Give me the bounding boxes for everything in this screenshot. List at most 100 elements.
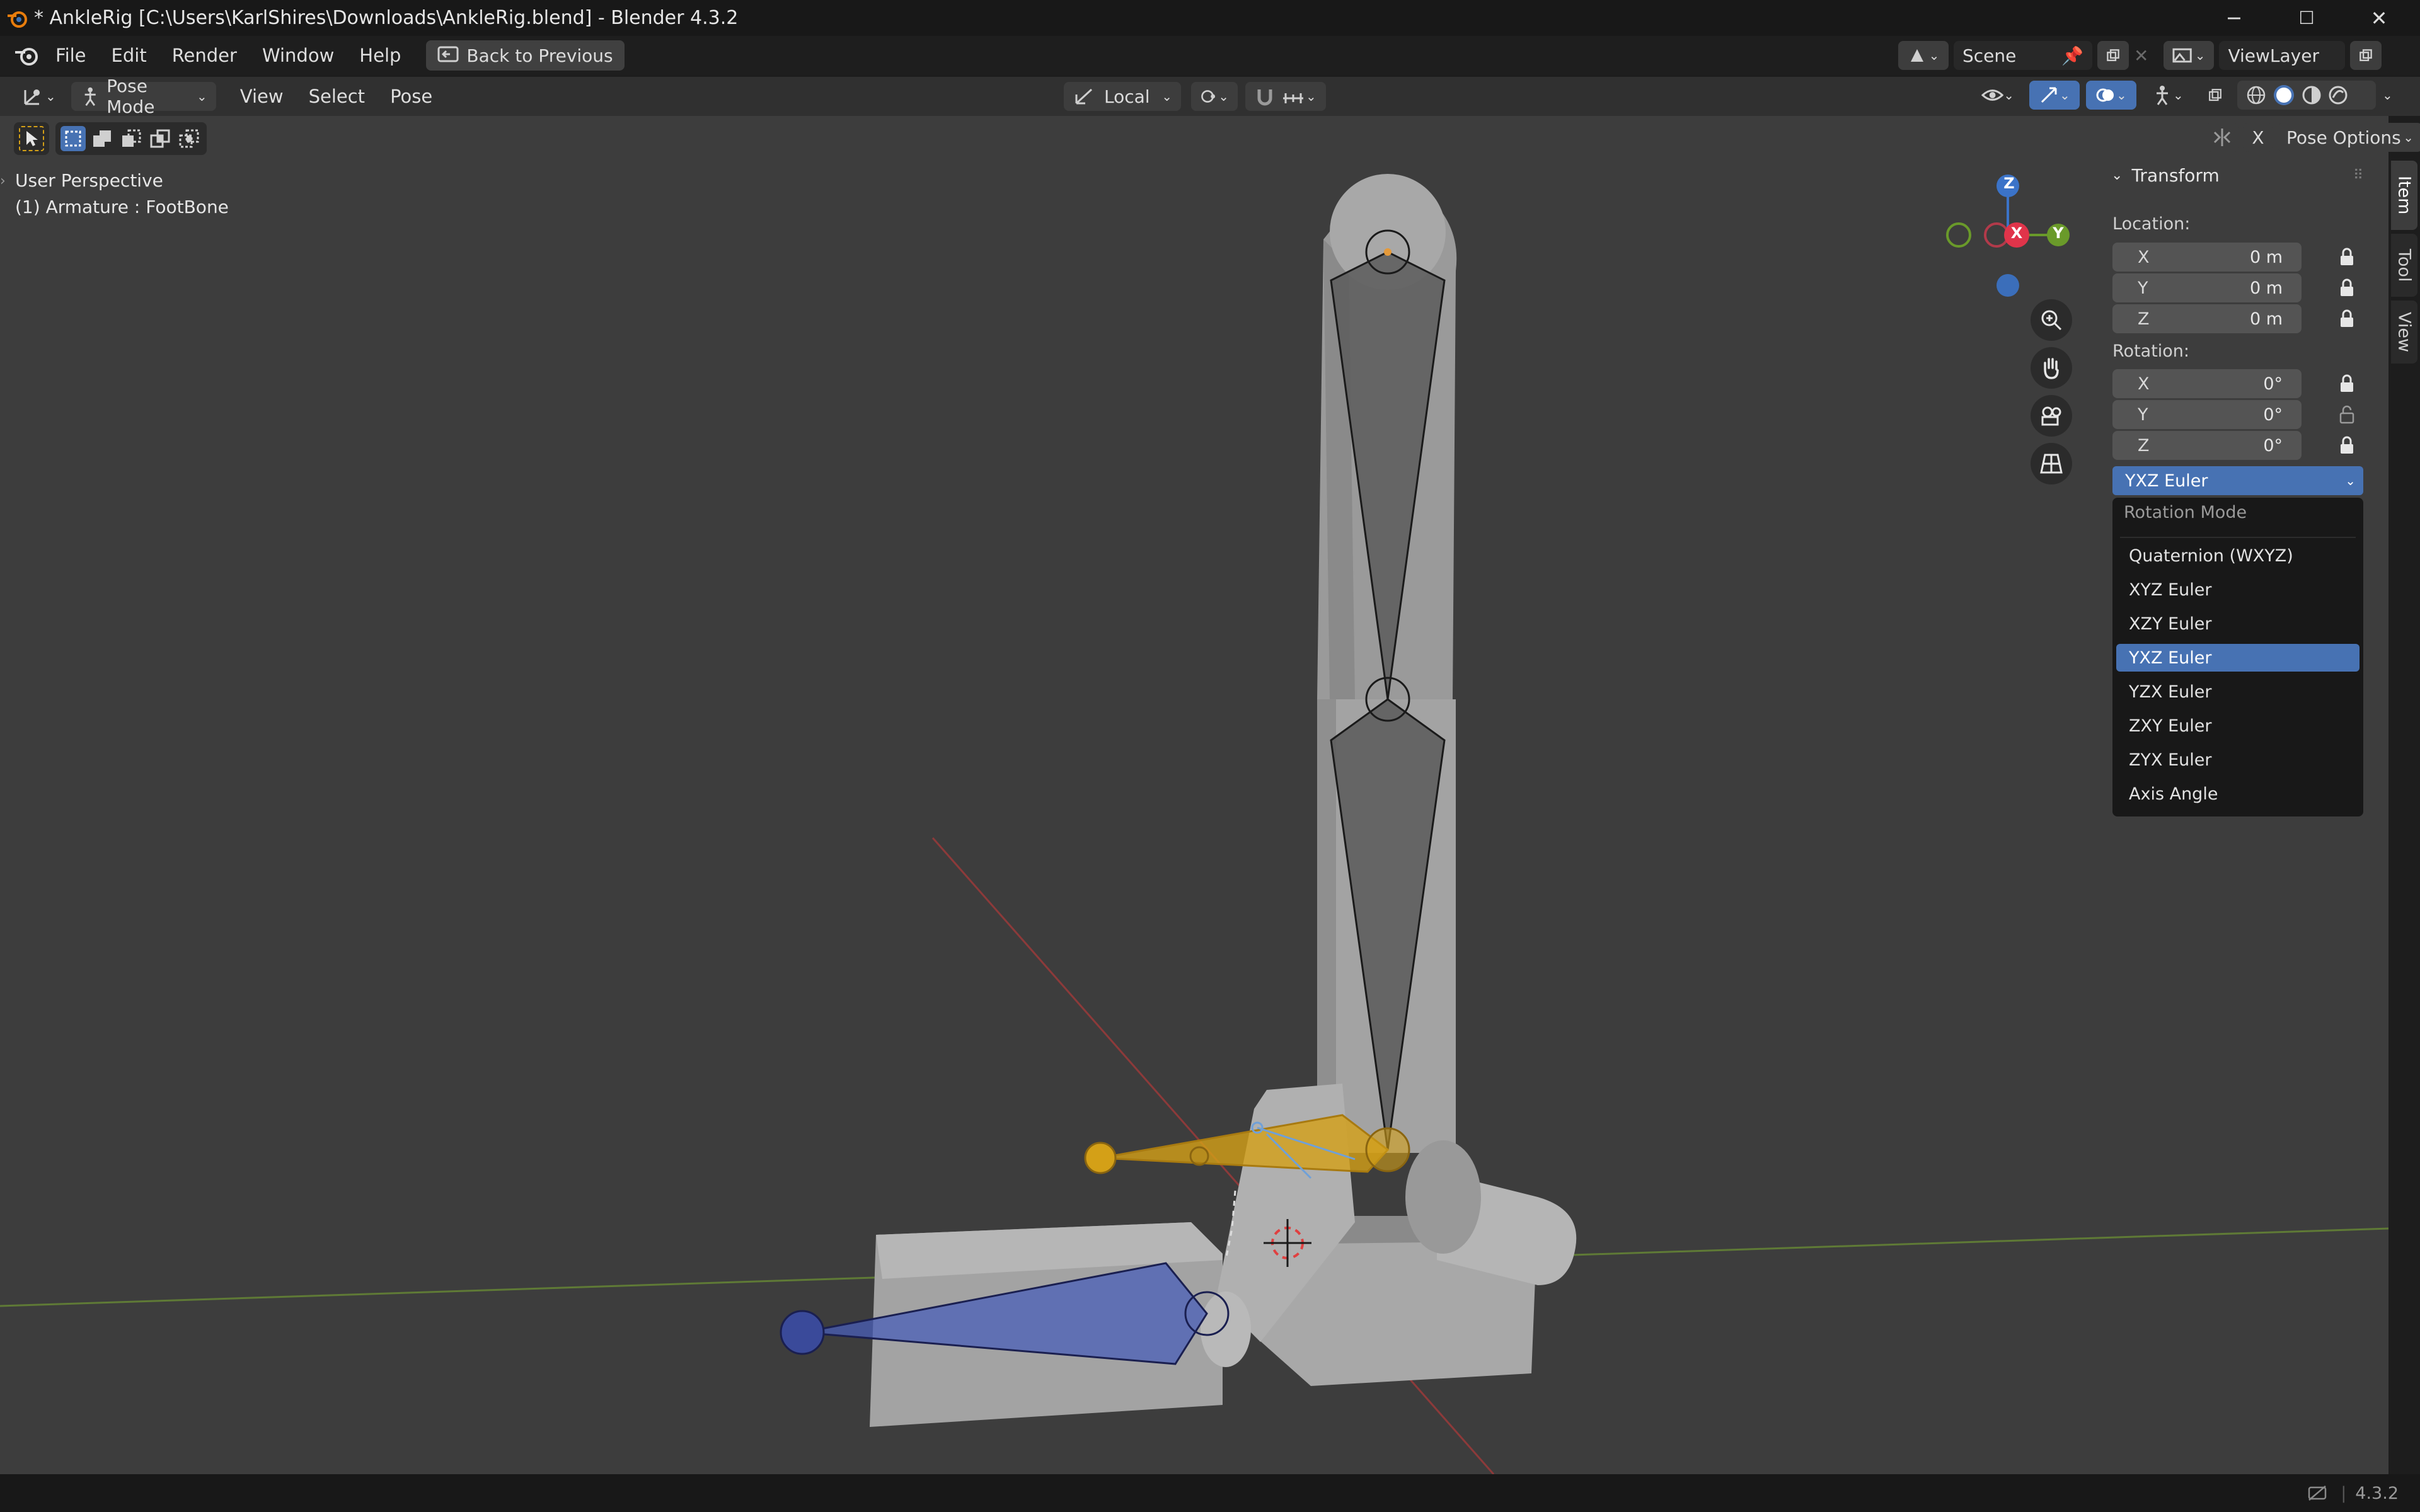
shading-options-chevron-icon[interactable]: ⌄ bbox=[2382, 88, 2393, 103]
rendered-shading-icon[interactable] bbox=[2328, 85, 2348, 105]
location-x-field[interactable]: X 0 m bbox=[2112, 243, 2302, 272]
ortho-toggle-button[interactable] bbox=[2031, 443, 2072, 484]
location-z-field[interactable]: Z 0 m bbox=[2112, 304, 2302, 333]
scene-name-field[interactable]: Scene 📌 bbox=[1954, 41, 2092, 70]
menu-window[interactable]: Window bbox=[250, 45, 347, 66]
3d-viewport-icon bbox=[24, 89, 40, 105]
wireframe-shading-icon[interactable] bbox=[2246, 85, 2266, 105]
menu-file[interactable]: File bbox=[43, 45, 99, 66]
viewport-header: ⌄ Pose Mode ⌄ View Select Pose Local ⌄ ⌄… bbox=[0, 76, 2420, 117]
hand-icon bbox=[2044, 358, 2059, 379]
editor-type-button[interactable]: ⌄ bbox=[11, 82, 65, 111]
rotation-z-field[interactable]: Z 0° bbox=[2112, 431, 2302, 460]
blender-menu-icon[interactable] bbox=[11, 41, 43, 70]
zoom-icon bbox=[2041, 310, 2062, 331]
drag-handle-icon[interactable]: ⠿ bbox=[2353, 168, 2363, 183]
solid-shading-icon[interactable] bbox=[2273, 84, 2295, 106]
mode-selector[interactable]: Pose Mode ⌄ bbox=[71, 76, 216, 117]
viewlayer-name-field[interactable]: ViewLayer bbox=[2219, 41, 2346, 70]
armature-icon bbox=[2157, 86, 2168, 105]
bone-overlays-selector[interactable]: ⌄ bbox=[2143, 81, 2193, 110]
select-extend-icon[interactable] bbox=[89, 126, 115, 151]
new-scene-button[interactable] bbox=[2097, 41, 2129, 70]
snapping-toggle[interactable]: ⌄ bbox=[1245, 82, 1326, 111]
menu-pose[interactable]: Pose bbox=[377, 86, 445, 107]
scene-icon bbox=[1910, 49, 1923, 62]
pin-icon[interactable]: 📌 bbox=[2061, 45, 2083, 66]
gizmo-neg-y-icon bbox=[1946, 222, 1971, 248]
back-to-previous-button[interactable]: Back to Previous bbox=[426, 40, 625, 71]
select-invert-icon[interactable] bbox=[147, 126, 173, 151]
location-y-field[interactable]: Y 0 m bbox=[2112, 273, 2302, 302]
menu-option-xyz-euler[interactable]: XYZ Euler bbox=[2116, 576, 2360, 604]
field-value: 0° bbox=[2263, 374, 2283, 394]
material-shading-icon[interactable] bbox=[2302, 85, 2322, 105]
mirror-x-toggle[interactable]: X bbox=[2244, 123, 2273, 152]
transform-panel-header[interactable]: ⌄ Transform ⠿ bbox=[2111, 158, 2363, 193]
active-tool-button[interactable] bbox=[14, 122, 49, 155]
menu-view[interactable]: View bbox=[228, 86, 296, 107]
minimize-button[interactable]: ─ bbox=[2199, 0, 2269, 36]
rotation-x-field[interactable]: X 0° bbox=[2112, 369, 2302, 398]
menu-option-zyx-euler[interactable]: ZYX Euler bbox=[2116, 746, 2360, 774]
rotation-y-field[interactable]: Y 0° bbox=[2112, 400, 2302, 429]
cursor-tool-icon bbox=[19, 126, 44, 151]
lock-icon[interactable] bbox=[2336, 246, 2358, 268]
rotation-mode-menu: Rotation Mode Quaternion (WXYZ) XYZ Eule… bbox=[2112, 498, 2363, 816]
pose-options-dropdown[interactable]: Pose Options ⌄ bbox=[2278, 123, 2420, 152]
menu-option-axis-angle[interactable]: Axis Angle bbox=[2116, 780, 2360, 808]
menu-select[interactable]: Select bbox=[296, 86, 377, 107]
delete-scene-icon[interactable]: ✕ bbox=[2134, 45, 2148, 66]
scene-name: Scene bbox=[1962, 45, 2017, 66]
rotation-mode-selector[interactable]: YXZ Euler ⌄ bbox=[2112, 466, 2363, 495]
gizmo-y-label: Y bbox=[2053, 224, 2064, 242]
field-value: 0° bbox=[2263, 435, 2283, 455]
menu-option-yzx-euler[interactable]: YZX Euler bbox=[2116, 678, 2360, 706]
screen-back-icon bbox=[437, 46, 459, 62]
unlock-icon[interactable] bbox=[2336, 404, 2358, 425]
object-visibility-selector[interactable]: ⌄ bbox=[1973, 81, 2023, 110]
rotation-mode-menu-title: Rotation Mode bbox=[2124, 503, 2247, 522]
pivot-point-selector[interactable]: ⌄ bbox=[1191, 82, 1238, 111]
menu-option-zxy-euler[interactable]: ZXY Euler bbox=[2116, 712, 2360, 740]
pose-options-label: Pose Options bbox=[2286, 127, 2401, 148]
menu-render[interactable]: Render bbox=[159, 45, 250, 66]
transform-orientation-selector[interactable]: Local ⌄ bbox=[1064, 82, 1181, 111]
gizmo-x-label: X bbox=[2010, 224, 2023, 242]
menu-help[interactable]: Help bbox=[347, 45, 413, 66]
lock-icon[interactable] bbox=[2336, 435, 2358, 456]
gizmo-neg-z-icon bbox=[1997, 274, 2019, 297]
mirror-toggle[interactable] bbox=[2206, 123, 2238, 152]
pan-button[interactable] bbox=[2031, 347, 2072, 389]
menu-option-yxz-euler[interactable]: YXZ Euler bbox=[2116, 644, 2360, 672]
select-tool-row bbox=[14, 121, 207, 156]
viewlayer-browse-button[interactable]: ⌄ bbox=[2164, 41, 2215, 70]
select-intersect-icon[interactable] bbox=[176, 126, 202, 151]
tab-tool[interactable]: Tool bbox=[2391, 234, 2417, 297]
gizmo-toggle[interactable]: ⌄ bbox=[2029, 81, 2080, 110]
camera-view-button[interactable] bbox=[2031, 395, 2072, 437]
xray-toggle[interactable] bbox=[2199, 81, 2231, 110]
chevron-down-icon: ⌄ bbox=[1161, 89, 1172, 104]
tab-view[interactable]: View bbox=[2391, 301, 2417, 364]
shading-mode-selector[interactable] bbox=[2237, 81, 2376, 110]
select-subtract-icon[interactable] bbox=[118, 126, 144, 151]
new-viewlayer-button[interactable] bbox=[2350, 41, 2382, 70]
overlays-toggle[interactable]: ⌄ bbox=[2086, 81, 2136, 110]
select-new-icon[interactable] bbox=[60, 126, 86, 151]
xray-icon bbox=[2209, 89, 2221, 101]
lock-icon[interactable] bbox=[2336, 277, 2358, 299]
lock-icon[interactable] bbox=[2336, 308, 2358, 329]
lock-icon[interactable] bbox=[2336, 373, 2358, 394]
tab-item[interactable]: Item bbox=[2391, 161, 2417, 230]
toolbar-expand-icon[interactable]: › bbox=[0, 173, 6, 189]
close-button[interactable]: ✕ bbox=[2344, 0, 2414, 36]
mirror-icon bbox=[2213, 129, 2231, 146]
menu-edit[interactable]: Edit bbox=[99, 45, 159, 66]
title-bar: * AnkleRig [C:\Users\KarlShires\Download… bbox=[0, 0, 2420, 36]
menu-option-quaternion[interactable]: Quaternion (WXYZ) bbox=[2116, 542, 2360, 570]
menu-option-xzy-euler[interactable]: XZY Euler bbox=[2116, 610, 2360, 638]
zoom-button[interactable] bbox=[2031, 299, 2072, 341]
maximize-button[interactable]: ☐ bbox=[2272, 0, 2341, 36]
scene-browse-button[interactable]: ⌄ bbox=[1898, 41, 1949, 70]
